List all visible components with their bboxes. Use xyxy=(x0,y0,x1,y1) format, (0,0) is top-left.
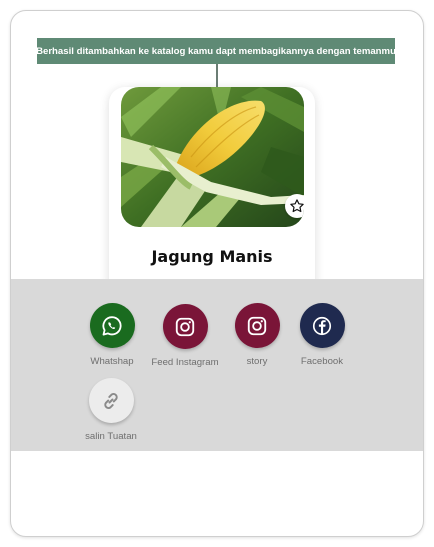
share-panel: Whatshap Feed Instagram story Facebook s… xyxy=(11,279,423,451)
share-facebook[interactable]: Facebook xyxy=(282,303,362,367)
share-feed-instagram[interactable]: Feed Instagram xyxy=(145,304,225,368)
toast-message: Berhasil ditambahkan ke katalog kamu dap… xyxy=(36,45,396,57)
link-icon xyxy=(104,392,118,409)
instagram-icon xyxy=(247,316,267,335)
share-facebook-label: Facebook xyxy=(300,356,344,367)
success-toast: Berhasil ditambahkan ke katalog kamu dap… xyxy=(36,38,396,64)
feed-instagram-button[interactable] xyxy=(162,304,208,349)
copy-link-button[interactable] xyxy=(88,378,134,423)
instagram-icon xyxy=(175,317,195,336)
share-whatsapp-label: Whatshap xyxy=(90,356,134,367)
story-button[interactable] xyxy=(234,303,280,348)
product-image xyxy=(121,87,304,227)
product-card[interactable]: Jagung Manis xyxy=(109,87,315,297)
app-screen: Berhasil ditambahkan ke katalog kamu dap… xyxy=(10,10,424,537)
star-outline-icon xyxy=(290,199,304,213)
share-copy-link-label: salin Tuatan xyxy=(85,431,137,442)
favorite-button[interactable] xyxy=(285,194,304,218)
facebook-icon xyxy=(312,316,332,335)
share-copy-link[interactable]: salin Tuatan xyxy=(71,378,151,442)
facebook-button[interactable] xyxy=(299,303,345,348)
whatsapp-icon xyxy=(102,315,122,335)
product-name: Jagung Manis xyxy=(151,247,273,266)
share-feed-instagram-label: Feed Instagram xyxy=(151,357,219,368)
whatsapp-button[interactable] xyxy=(89,303,135,348)
share-whatsapp[interactable]: Whatshap xyxy=(72,303,152,367)
toast-pointer xyxy=(216,64,218,88)
